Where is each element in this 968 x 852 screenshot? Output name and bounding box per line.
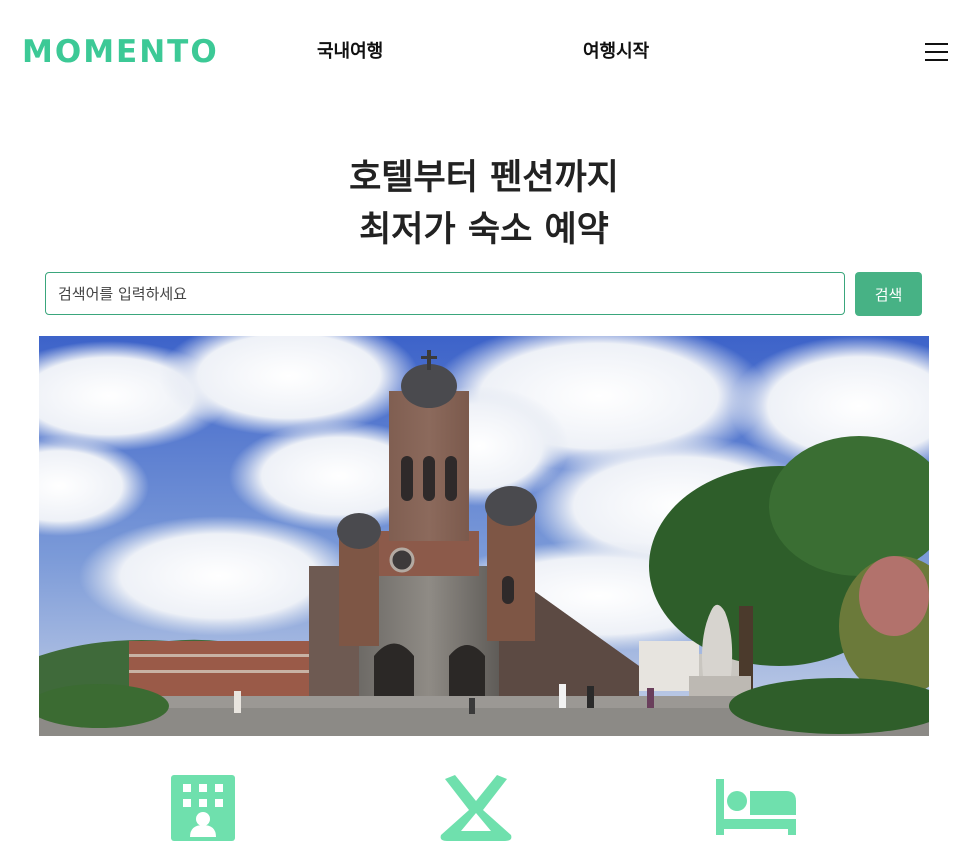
category-hotel[interactable] [171,775,235,841]
site-header: MOMENTO 국내여행 여행시작 [0,0,968,105]
search-input[interactable] [45,272,845,315]
cathedral-photo [39,336,929,736]
nav-domestic-travel[interactable]: 국내여행 [317,40,383,64]
logo[interactable]: MOMENTO [22,33,219,71]
menu-line [925,59,948,61]
bed-icon [716,779,796,835]
menu-line [925,51,948,53]
hero-title: 호텔부터 펜션까지 최저가 숙소 예약 [0,152,968,256]
search-button[interactable]: 검색 [855,272,922,316]
hero-title-line2: 최저가 숙소 예약 [359,210,609,250]
category-pension[interactable] [714,775,798,841]
menu-line [925,43,948,45]
hamburger-menu-icon[interactable] [925,42,949,64]
category-camping[interactable] [439,775,513,841]
hotel-building-icon [171,775,235,841]
nav-start-travel[interactable]: 여행시작 [583,40,649,64]
hero-title-line1: 호텔부터 펜션까지 [349,158,619,198]
banner-image [39,336,929,736]
camping-tent-icon [440,775,512,841]
